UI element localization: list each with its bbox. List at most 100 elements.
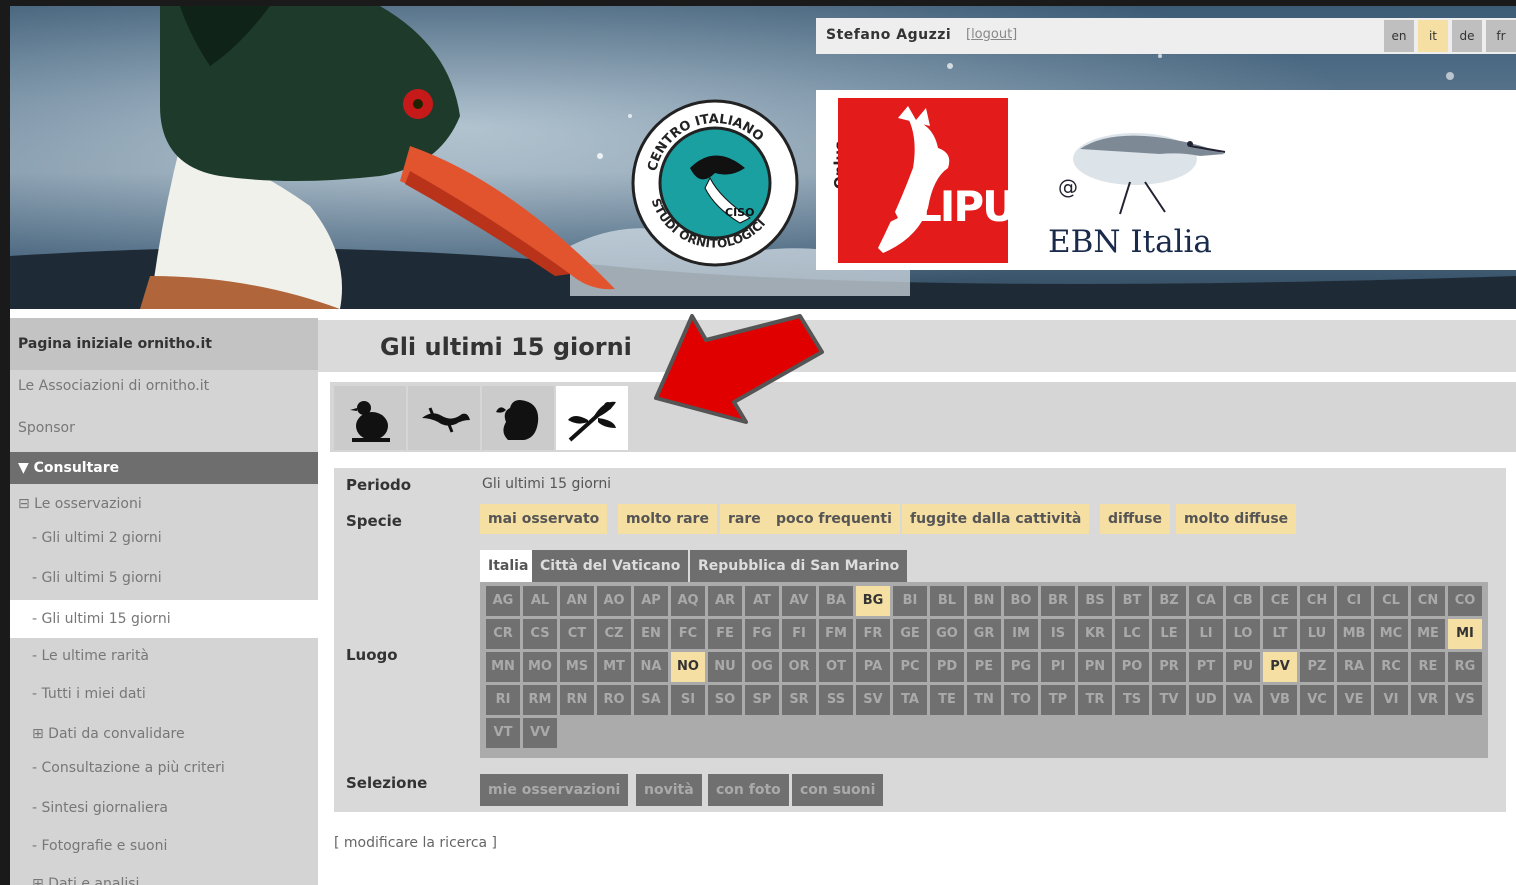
province-ca[interactable]: CA bbox=[1189, 586, 1223, 616]
province-kr[interactable]: KR bbox=[1078, 619, 1112, 649]
ciso-logo[interactable]: CENTRO ITALIANO STUDI ORNITOLOGICI CISO bbox=[630, 98, 800, 268]
sidebar-item-observations[interactable]: ⊟ Le osservazioni bbox=[10, 496, 318, 512]
province-tp[interactable]: TP bbox=[1041, 685, 1075, 715]
province-ba[interactable]: BA bbox=[819, 586, 853, 616]
country-tab-vaticano[interactable]: Città del Vaticano bbox=[532, 550, 689, 582]
sidebar-item-last-15-days[interactable]: - Gli ultimi 15 giorni bbox=[10, 600, 318, 638]
province-te[interactable]: TE bbox=[930, 685, 964, 715]
species-chip-common[interactable]: diffuse bbox=[1100, 504, 1170, 534]
province-rg[interactable]: RG bbox=[1448, 652, 1482, 682]
sidebar-item-multi-criteria[interactable]: - Consultazione a più criteri bbox=[10, 760, 318, 776]
sidebar-item-last-2-days[interactable]: - Gli ultimi 2 giorni bbox=[10, 530, 318, 546]
province-lt[interactable]: LT bbox=[1263, 619, 1297, 649]
province-pd[interactable]: PD bbox=[930, 652, 964, 682]
province-pn[interactable]: PN bbox=[1078, 652, 1112, 682]
my-observations-button[interactable]: mie osservazioni bbox=[480, 774, 629, 806]
province-pz[interactable]: PZ bbox=[1300, 652, 1334, 682]
province-mb[interactable]: MB bbox=[1337, 619, 1371, 649]
province-bn[interactable]: BN bbox=[967, 586, 1001, 616]
province-cn[interactable]: CN bbox=[1411, 586, 1445, 616]
species-chip-uncommon[interactable]: poco frequenti bbox=[768, 504, 900, 534]
province-le[interactable]: LE bbox=[1152, 619, 1186, 649]
lipu-logo[interactable] bbox=[838, 98, 1008, 263]
province-pc[interactable]: PC bbox=[893, 652, 927, 682]
sidebar-item-data-to-validate[interactable]: ⊞ Dati da convalidare bbox=[10, 726, 318, 742]
sidebar-item-latest-rarities[interactable]: - Le ultime rarità bbox=[10, 648, 318, 664]
province-im[interactable]: IM bbox=[1004, 619, 1038, 649]
province-vv[interactable]: VV bbox=[523, 718, 557, 748]
province-at[interactable]: AT bbox=[745, 586, 779, 616]
province-sp[interactable]: SP bbox=[745, 685, 779, 715]
sidebar-item-photos-sounds[interactable]: - Fotografie e suoni bbox=[10, 838, 318, 854]
province-ve[interactable]: VE bbox=[1337, 685, 1371, 715]
province-bs[interactable]: BS bbox=[1078, 586, 1112, 616]
with-sounds-button[interactable]: con suoni bbox=[792, 774, 884, 806]
province-ge[interactable]: GE bbox=[893, 619, 927, 649]
province-tv[interactable]: TV bbox=[1152, 685, 1186, 715]
province-ct[interactable]: CT bbox=[560, 619, 594, 649]
sidebar-item-all-my-data[interactable]: - Tutti i miei dati bbox=[10, 686, 318, 702]
province-ts[interactable]: TS bbox=[1115, 685, 1149, 715]
province-so[interactable]: SO bbox=[708, 685, 742, 715]
province-aq[interactable]: AQ bbox=[671, 586, 705, 616]
province-an[interactable]: AN bbox=[560, 586, 594, 616]
province-gr[interactable]: GR bbox=[967, 619, 1001, 649]
species-chip-very-common[interactable]: molto diffuse bbox=[1176, 504, 1297, 534]
province-go[interactable]: GO bbox=[930, 619, 964, 649]
province-lu[interactable]: LU bbox=[1300, 619, 1334, 649]
province-mo[interactable]: MO bbox=[523, 652, 557, 682]
province-ch[interactable]: CH bbox=[1300, 586, 1334, 616]
country-tab-italia[interactable]: Italia bbox=[480, 550, 537, 582]
province-pi[interactable]: PI bbox=[1041, 652, 1075, 682]
province-fg[interactable]: FG bbox=[745, 619, 779, 649]
province-fe[interactable]: FE bbox=[708, 619, 742, 649]
species-chip-never-observed[interactable]: mai osservato bbox=[480, 504, 608, 534]
province-is[interactable]: IS bbox=[1041, 619, 1075, 649]
province-og[interactable]: OG bbox=[745, 652, 779, 682]
province-vt[interactable]: VT bbox=[486, 718, 520, 748]
lang-fr-button[interactable]: fr bbox=[1486, 20, 1516, 52]
province-na[interactable]: NA bbox=[634, 652, 668, 682]
province-pe[interactable]: PE bbox=[967, 652, 1001, 682]
province-lc[interactable]: LC bbox=[1115, 619, 1149, 649]
province-rm[interactable]: RM bbox=[523, 685, 557, 715]
province-mc[interactable]: MC bbox=[1374, 619, 1408, 649]
province-rn[interactable]: RN bbox=[560, 685, 594, 715]
province-bl[interactable]: BL bbox=[930, 586, 964, 616]
province-al[interactable]: AL bbox=[523, 586, 557, 616]
lang-de-button[interactable]: de bbox=[1452, 20, 1482, 52]
province-cl[interactable]: CL bbox=[1374, 586, 1408, 616]
province-vc[interactable]: VC bbox=[1300, 685, 1334, 715]
province-cs[interactable]: CS bbox=[523, 619, 557, 649]
province-bt[interactable]: BT bbox=[1115, 586, 1149, 616]
province-to[interactable]: TO bbox=[1004, 685, 1038, 715]
province-ss[interactable]: SS bbox=[819, 685, 853, 715]
lang-en-button[interactable]: en bbox=[1384, 20, 1414, 52]
province-fi[interactable]: FI bbox=[782, 619, 816, 649]
province-sr[interactable]: SR bbox=[782, 685, 816, 715]
province-ra[interactable]: RA bbox=[1337, 652, 1371, 682]
province-bo[interactable]: BO bbox=[1004, 586, 1038, 616]
province-re[interactable]: RE bbox=[1411, 652, 1445, 682]
province-sv[interactable]: SV bbox=[856, 685, 890, 715]
province-vr[interactable]: VR bbox=[1411, 685, 1445, 715]
tab-insects[interactable] bbox=[556, 386, 628, 450]
province-me[interactable]: ME bbox=[1411, 619, 1445, 649]
province-ar[interactable]: AR bbox=[708, 586, 742, 616]
province-pa[interactable]: PA bbox=[856, 652, 890, 682]
province-no[interactable]: NO bbox=[671, 652, 705, 682]
modify-search-link[interactable]: [ modificare la ricerca ] bbox=[334, 835, 497, 851]
province-mn[interactable]: MN bbox=[486, 652, 520, 682]
province-cr[interactable]: CR bbox=[486, 619, 520, 649]
province-ms[interactable]: MS bbox=[560, 652, 594, 682]
province-pu[interactable]: PU bbox=[1226, 652, 1260, 682]
province-fc[interactable]: FC bbox=[671, 619, 705, 649]
sidebar-item-last-5-days[interactable]: - Gli ultimi 5 giorni bbox=[10, 570, 318, 586]
province-mi[interactable]: MI bbox=[1448, 619, 1482, 649]
province-mt[interactable]: MT bbox=[597, 652, 631, 682]
sidebar-item-data-analysis[interactable]: ⊞ Dati e analisi bbox=[10, 876, 318, 885]
province-fm[interactable]: FM bbox=[819, 619, 853, 649]
country-tab-san-marino[interactable]: Repubblica di San Marino bbox=[690, 550, 908, 582]
province-lo[interactable]: LO bbox=[1226, 619, 1260, 649]
province-sa[interactable]: SA bbox=[634, 685, 668, 715]
